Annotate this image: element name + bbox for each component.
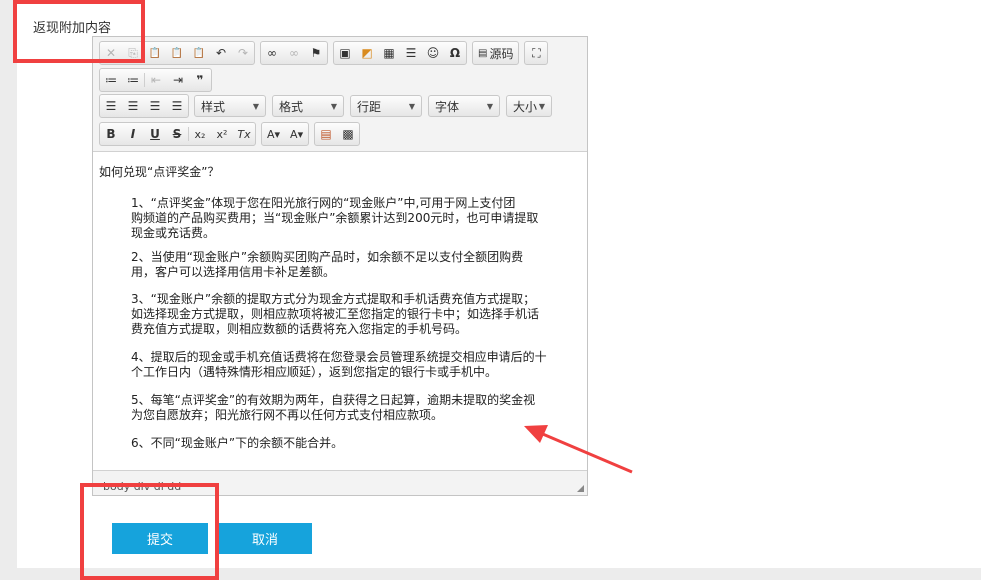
- annotation-arrow: [524, 425, 633, 474]
